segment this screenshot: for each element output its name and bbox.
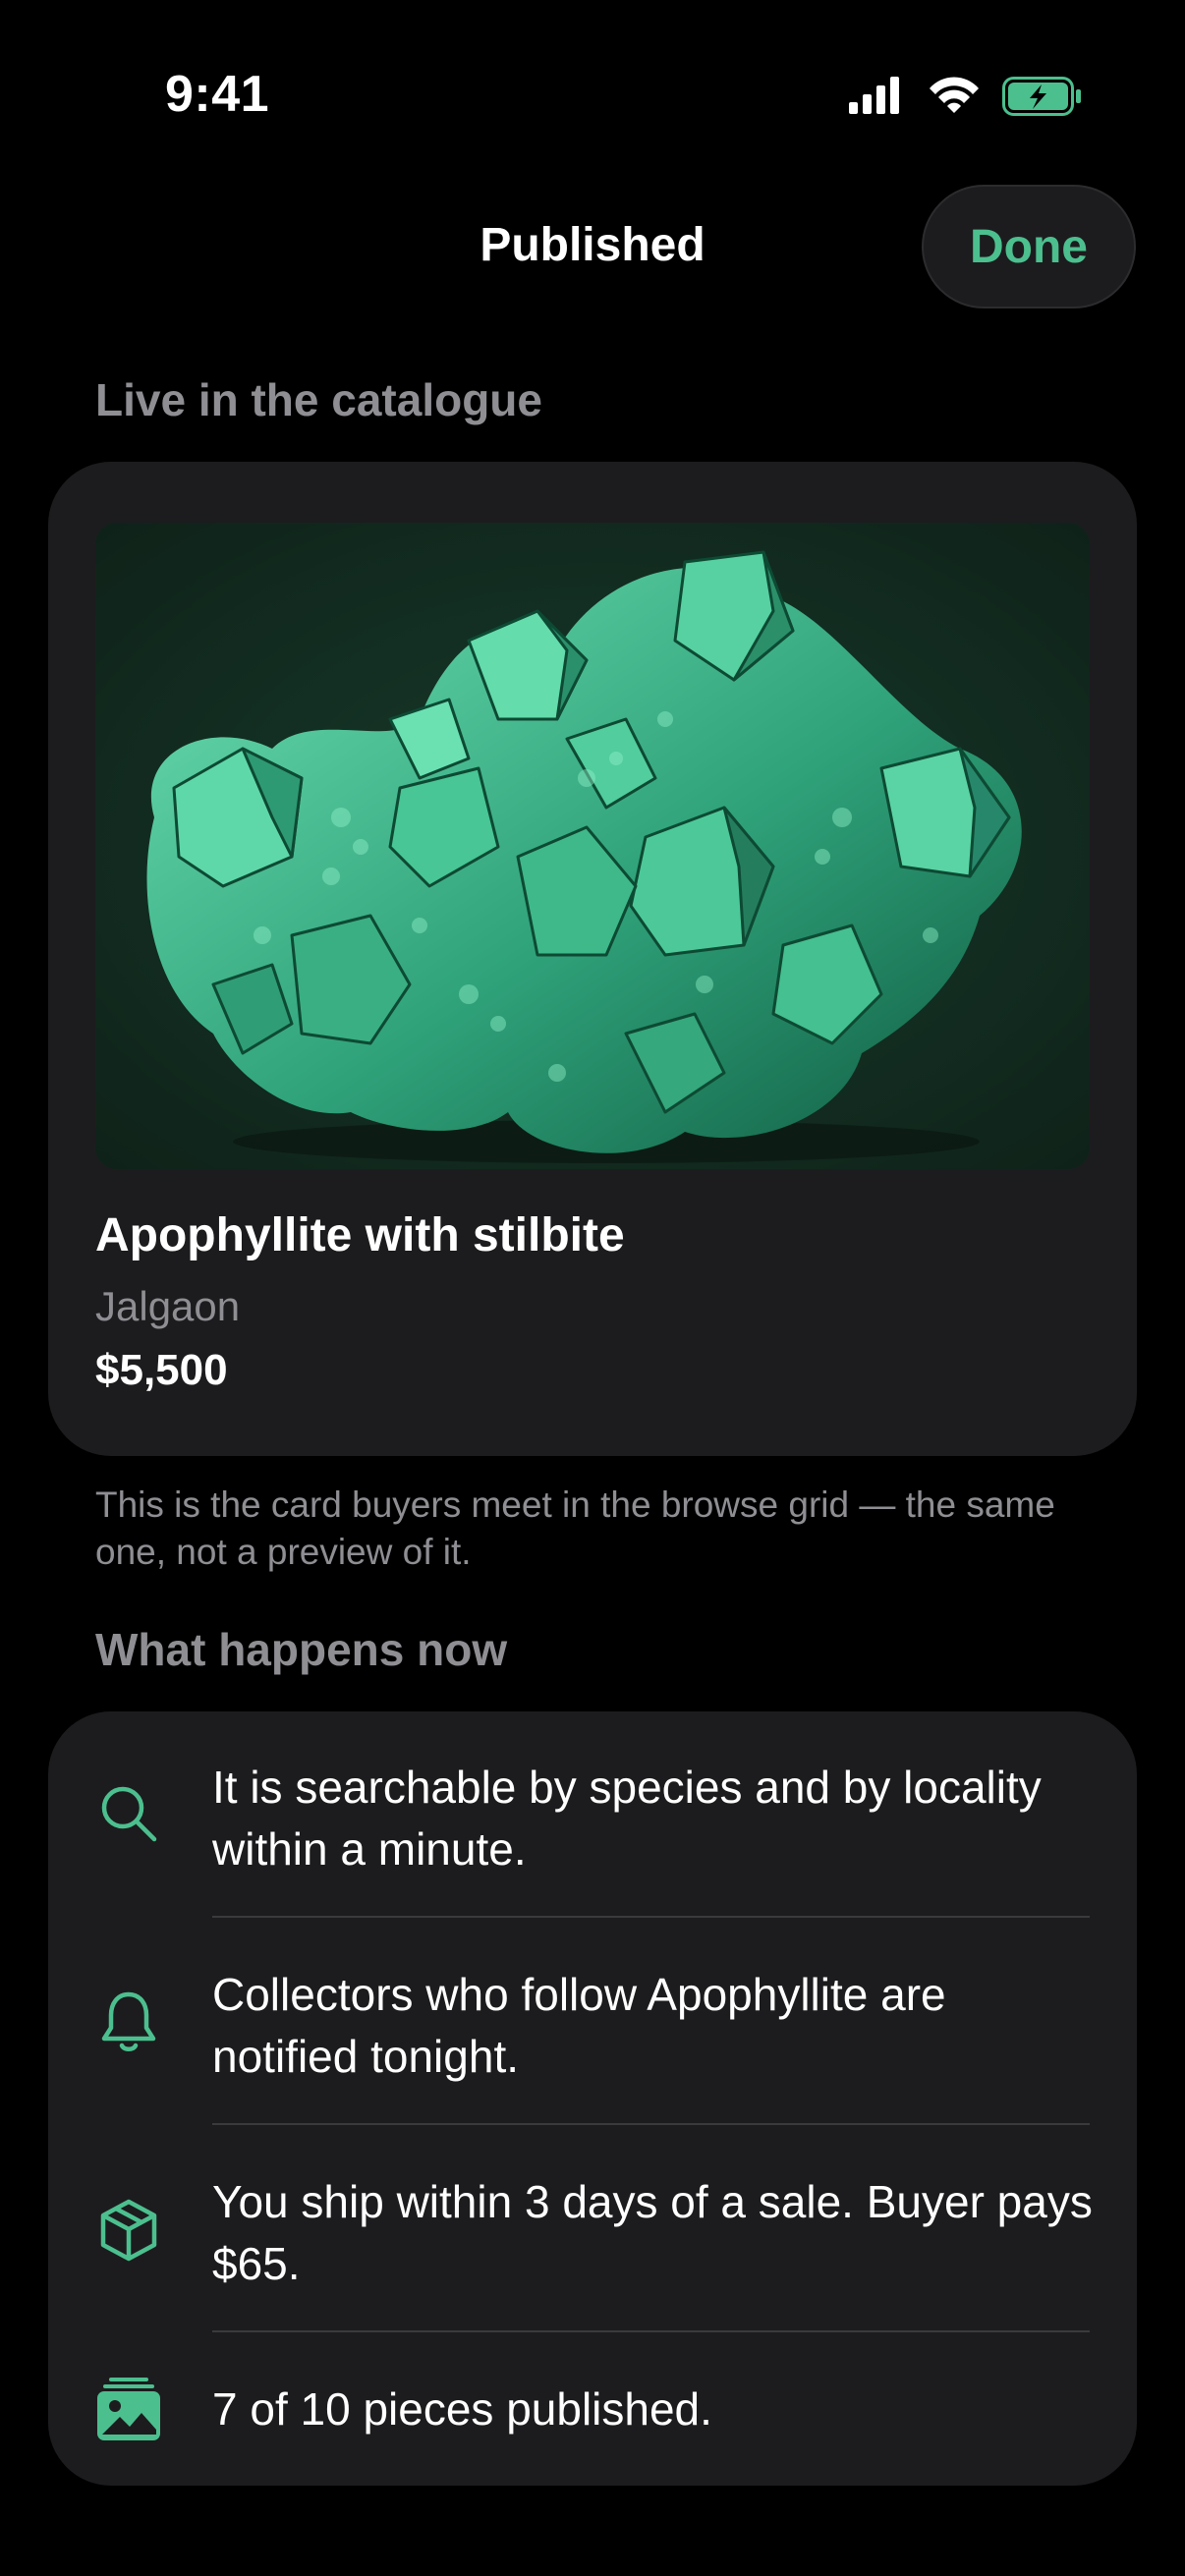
bell-icon bbox=[95, 1988, 162, 2055]
status-time: 9:41 bbox=[165, 66, 270, 123]
cellular-signal-icon bbox=[849, 77, 899, 114]
divider bbox=[212, 2123, 1090, 2125]
photo-stack-icon bbox=[95, 2376, 162, 2442]
listing-locality: Jalgaon bbox=[95, 1283, 241, 1329]
info-row-text: You ship within 3 days of a sale. Buyer … bbox=[212, 2176, 1093, 2289]
section-header-next: What happens now bbox=[95, 1624, 508, 1675]
card-footnote: This is the card buyers meet in the brow… bbox=[95, 1484, 1055, 1572]
done-button[interactable]: Done bbox=[922, 185, 1136, 308]
listing-photo bbox=[95, 523, 1090, 1169]
listing-title: Apophyllite with stilbite bbox=[95, 1209, 625, 1261]
info-row-text: Collectors who follow Apophyllite are no… bbox=[212, 1969, 946, 2082]
wifi-icon bbox=[930, 77, 979, 113]
package-icon bbox=[95, 2197, 162, 2264]
listing-price: $5,500 bbox=[95, 1346, 228, 1394]
info-row-text: 7 of 10 pieces published. bbox=[212, 2383, 712, 2435]
info-row-text: It is searchable by species and by local… bbox=[212, 1762, 1042, 1875]
battery-charging-icon bbox=[1002, 77, 1081, 116]
section-header-live: Live in the catalogue bbox=[95, 374, 542, 425]
divider bbox=[212, 1916, 1090, 1918]
search-icon bbox=[95, 1780, 162, 1847]
divider bbox=[212, 2330, 1090, 2332]
status-icons bbox=[847, 75, 1083, 118]
